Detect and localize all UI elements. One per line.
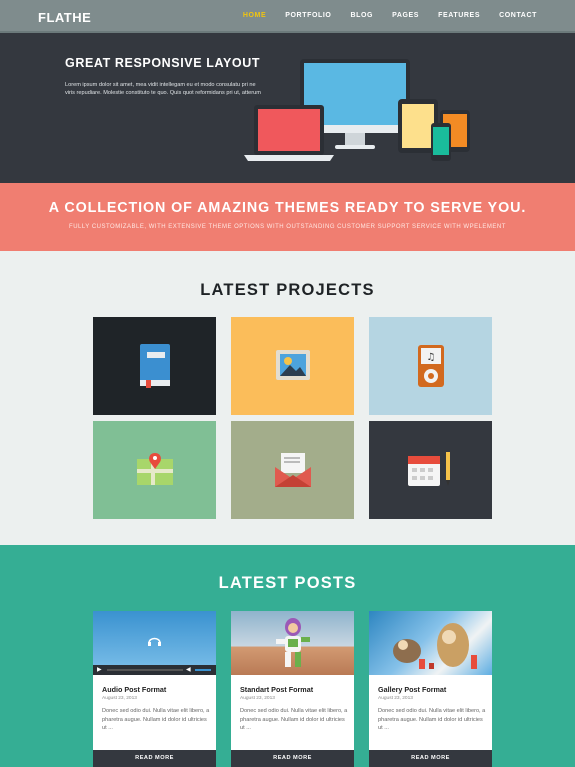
read-more-button[interactable]: READ MORE <box>231 750 354 767</box>
latest-posts-section: LATEST POSTS ▶ ◀ Audio Post Format Augus… <box>0 545 575 767</box>
book-icon <box>139 344 170 388</box>
banner-title: A COLLECTION OF AMAZING THEMES READY TO … <box>48 200 527 216</box>
project-tile-calendar[interactable] <box>369 421 492 519</box>
nav-item-home[interactable]: HOME <box>243 12 266 19</box>
hero-text: Lorem ipsum dolor sit amet, mea vidit in… <box>65 82 261 96</box>
hero-title: GREAT RESPONSIVE LAYOUT <box>65 56 261 70</box>
post-card-standart: Standart Post Format August 23, 2013 Don… <box>231 611 354 767</box>
project-tile-book[interactable] <box>93 317 216 415</box>
audio-player[interactable]: ▶ ◀ <box>93 611 216 675</box>
post-title[interactable]: Audio Post Format <box>102 685 166 694</box>
audio-progress-track[interactable] <box>107 669 183 671</box>
post-title[interactable]: Standart Post Format <box>240 685 313 694</box>
promo-banner: A COLLECTION OF AMAZING THEMES READY TO … <box>0 183 575 251</box>
headphones-icon <box>148 637 161 646</box>
site-logo[interactable]: FLATHE <box>38 10 91 25</box>
volume-icon[interactable]: ◀ <box>186 666 191 673</box>
devices-illustration-icon <box>244 59 470 161</box>
nav-item-blog[interactable]: BLOG <box>350 12 373 19</box>
hero-section: GREAT RESPONSIVE LAYOUT Lorem ipsum dolo… <box>0 33 575 183</box>
post-image-gallery[interactable] <box>369 611 492 675</box>
nav-item-portfolio[interactable]: PORTFOLIO <box>285 12 331 19</box>
picture-icon <box>275 350 310 380</box>
mail-icon <box>274 453 311 487</box>
svg-text:♫: ♫ <box>426 352 435 363</box>
nav-item-features[interactable]: FEATURES <box>438 12 480 19</box>
projects-title: LATEST PROJECTS <box>200 281 375 299</box>
play-icon[interactable]: ▶ <box>97 666 102 673</box>
posts-title: LATEST POSTS <box>218 574 357 592</box>
toy-character-icon <box>276 618 310 667</box>
main-menu: HOME PORTFOLIO BLOG PAGES FEATURES CONTA… <box>224 12 537 19</box>
post-card-audio: ▶ ◀ Audio Post Format August 23, 2013 Do… <box>93 611 216 767</box>
post-title[interactable]: Gallery Post Format <box>378 685 446 694</box>
post-date: August 23, 2013 <box>378 696 413 701</box>
nav-item-contact[interactable]: CONTACT <box>499 12 537 19</box>
post-excerpt: Donec sed odio dui. Nulla vitae elit lib… <box>240 708 348 731</box>
post-date: August 23, 2013 <box>102 696 137 701</box>
project-tile-music[interactable]: ♫ <box>369 317 492 415</box>
music-player-icon: ♫ <box>417 345 444 387</box>
project-tile-map[interactable] <box>93 421 216 519</box>
post-card-gallery: Gallery Post Format August 23, 2013 Done… <box>369 611 492 767</box>
post-date: August 23, 2013 <box>240 696 275 701</box>
map-icon <box>136 453 173 485</box>
nav-item-pages[interactable]: PAGES <box>392 12 419 19</box>
project-tile-picture[interactable] <box>231 317 354 415</box>
post-excerpt: Donec sed odio dui. Nulla vitae elit lib… <box>102 708 210 731</box>
project-tile-mail[interactable] <box>231 421 354 519</box>
banner-subtitle: FULLY CUSTOMIZABLE, WITH EXTENSIVE THEME… <box>69 224 506 230</box>
latest-projects-section: LATEST PROJECTS ♫ <box>0 251 575 545</box>
top-navigation: FLATHE HOME PORTFOLIO BLOG PAGES FEATURE… <box>0 0 575 33</box>
read-more-button[interactable]: READ MORE <box>93 750 216 767</box>
post-image-toy[interactable] <box>231 611 354 675</box>
read-more-button[interactable]: READ MORE <box>369 750 492 767</box>
audio-control-bar[interactable]: ▶ ◀ <box>93 665 216 675</box>
gallery-characters-icon <box>393 623 477 669</box>
volume-slider[interactable] <box>195 669 211 671</box>
calendar-icon <box>407 452 450 486</box>
post-excerpt: Donec sed odio dui. Nulla vitae elit lib… <box>378 708 486 731</box>
